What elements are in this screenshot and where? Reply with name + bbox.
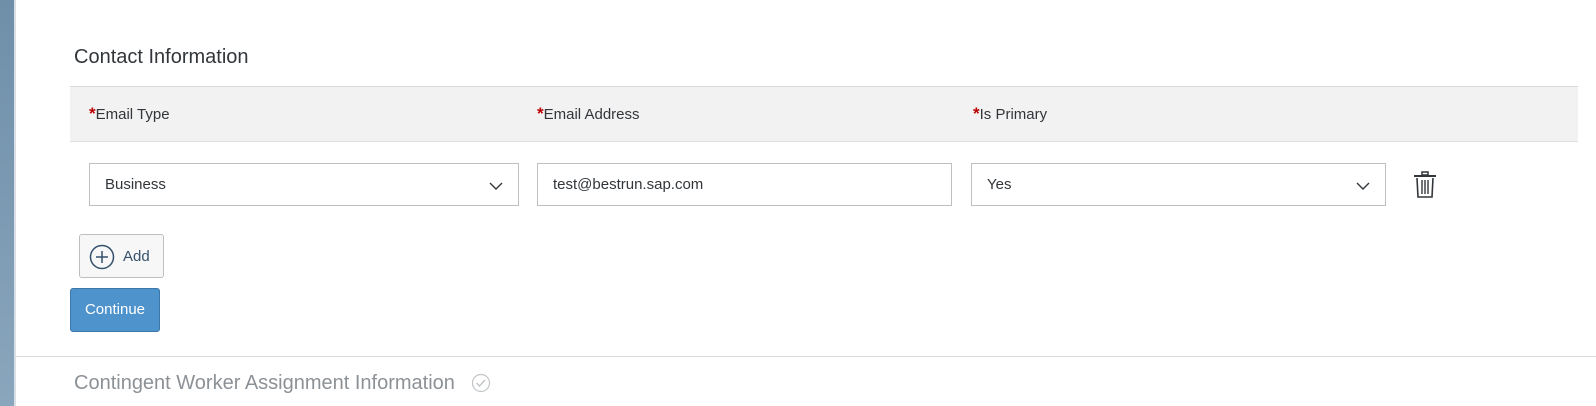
email-type-select[interactable]: Business xyxy=(89,163,519,206)
next-section-title[interactable]: Contingent Worker Assignment Information xyxy=(74,372,455,395)
chevron-down-icon[interactable] xyxy=(488,178,504,194)
side-strip-edge xyxy=(14,0,16,406)
is-primary-select[interactable]: Yes xyxy=(971,163,1386,206)
add-button-label: Add xyxy=(123,248,150,265)
table-header xyxy=(70,87,1578,142)
section-divider xyxy=(16,356,1596,357)
email-address-input[interactable]: test@bestrun.sap.com xyxy=(537,163,952,206)
column-header-email-address: *Email Address xyxy=(537,104,640,124)
required-marker: * xyxy=(973,104,980,123)
column-label: Is Primary xyxy=(979,106,1048,123)
required-marker: * xyxy=(89,104,96,123)
column-header-is-primary: *Is Primary xyxy=(973,104,1047,124)
column-label: Email Type xyxy=(95,106,170,123)
is-primary-value: Yes xyxy=(987,176,1012,193)
continue-button[interactable]: Continue xyxy=(70,288,160,332)
left-side-strip xyxy=(0,0,14,406)
add-button[interactable]: Add xyxy=(79,234,164,278)
check-circle-icon xyxy=(471,373,491,393)
column-label: Email Address xyxy=(543,106,640,123)
trash-icon[interactable] xyxy=(1413,171,1437,199)
plus-circle-icon xyxy=(89,244,115,270)
section-title: Contact Information xyxy=(74,46,249,68)
required-marker: * xyxy=(537,104,544,123)
column-header-email-type: *Email Type xyxy=(89,104,170,124)
email-type-value: Business xyxy=(105,176,166,193)
email-address-value: test@bestrun.sap.com xyxy=(553,176,704,193)
chevron-down-icon[interactable] xyxy=(1355,178,1371,194)
